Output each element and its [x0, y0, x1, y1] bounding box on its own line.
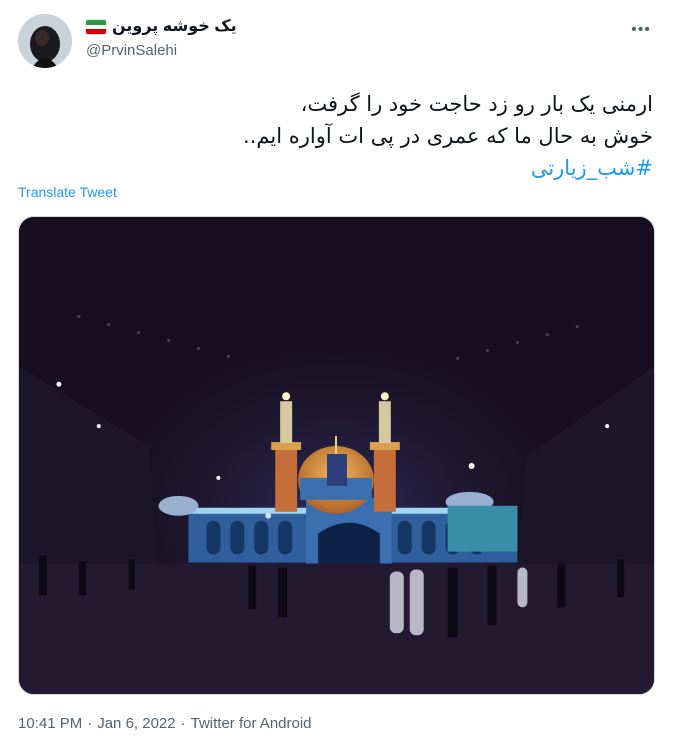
- tweet-hashtag[interactable]: #شب_زیارتی: [18, 152, 653, 184]
- tweet-line-1: ارمنی یک بار رو زد حاجت خود را گرفت،: [300, 92, 653, 116]
- avatar-image: [18, 14, 72, 68]
- more-options-button[interactable]: •••: [623, 16, 659, 44]
- translate-tweet-link[interactable]: Translate Tweet: [18, 184, 117, 200]
- tweet-photo[interactable]: [18, 216, 655, 695]
- tweet-text: ارمنی یک بار رو زد حاجت خود را گرفت، خوش…: [18, 88, 653, 184]
- meta-separator: ·: [180, 715, 186, 732]
- author-name-text: یک خوشه پروین: [112, 18, 237, 35]
- tweet-meta: 10:41 PM · Jan 6, 2022 · Twitter for Android: [18, 715, 312, 732]
- tweet-source[interactable]: Twitter for Android: [191, 715, 312, 732]
- tweet-date[interactable]: Jan 6, 2022: [97, 715, 175, 732]
- flag-stripe-red: [86, 29, 106, 34]
- tweet-time[interactable]: 10:41 PM: [18, 715, 82, 732]
- author-display-name[interactable]: یک خوشه پروین: [86, 16, 237, 38]
- author-handle[interactable]: @PrvinSalehi: [86, 41, 237, 61]
- avatar[interactable]: [18, 14, 72, 68]
- more-dots-icon: •••: [631, 21, 651, 38]
- meta-separator: ·: [87, 715, 93, 732]
- shrine-night-photo: [19, 217, 654, 694]
- iran-flag-icon: [86, 20, 106, 34]
- author-info: یک خوشه پروین @PrvinSalehi: [86, 16, 237, 61]
- tweet-line-2: خوش به حال ما که عمری در پی ات آواره ایم…: [243, 124, 653, 148]
